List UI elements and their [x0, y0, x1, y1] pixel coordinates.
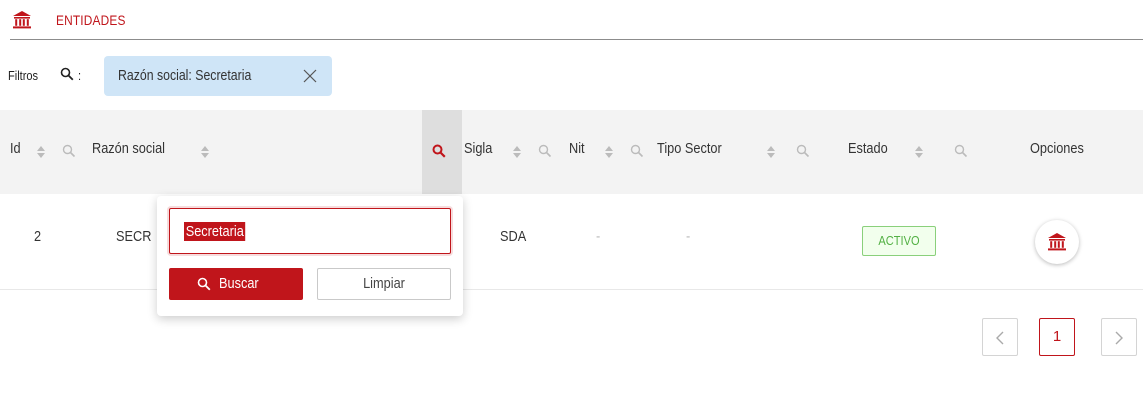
cell-razon-social: SECR — [116, 228, 152, 245]
column-header-tipo-sector[interactable]: Tipo Sector — [657, 140, 722, 157]
pagination-next-button[interactable] — [1101, 318, 1137, 356]
sort-icon[interactable] — [604, 145, 614, 159]
filter-chip-label: Razón social: Secretaria — [118, 67, 252, 84]
sort-icon[interactable] — [512, 145, 522, 159]
pagination-page-1[interactable]: 1 — [1039, 318, 1075, 356]
table-header: Id Razón social Sigla Nit Tipo Sector Es… — [0, 110, 1143, 194]
search-button-label: Buscar — [219, 275, 259, 292]
filters-colon: : — [78, 68, 82, 83]
search-input-value: Secretaria — [184, 222, 246, 241]
page-header: ENTIDADES — [10, 8, 1143, 40]
search-icon[interactable] — [538, 144, 552, 158]
filter-chip: Razón social: Secretaria — [104, 56, 332, 96]
column-header-sigla[interactable]: Sigla — [464, 140, 492, 157]
pagination-prev-button[interactable] — [982, 318, 1018, 356]
status-badge: ACTIVO — [862, 226, 936, 256]
sort-icon[interactable] — [766, 145, 776, 159]
search-icon[interactable] — [954, 144, 968, 158]
pagination-page-label: 1 — [1052, 328, 1062, 345]
cell-id: 2 — [34, 228, 42, 245]
chevron-left-icon — [996, 331, 1004, 345]
bank-icon — [1048, 233, 1066, 251]
chevron-right-icon — [1115, 331, 1123, 345]
search-icon-active[interactable] — [432, 144, 446, 158]
cell-sigla: SDA — [500, 228, 527, 245]
column-header-nit[interactable]: Nit — [569, 140, 585, 157]
close-icon[interactable] — [302, 68, 318, 84]
cell-tipo-sector: - — [686, 228, 691, 245]
clear-button-label: Limpiar — [363, 275, 405, 292]
search-icon[interactable] — [630, 144, 644, 158]
column-header-razon-social[interactable]: Razón social — [92, 140, 165, 157]
bank-icon — [13, 11, 31, 29]
column-header-opciones: Opciones — [1030, 140, 1084, 157]
search-icon — [60, 67, 74, 81]
sort-icon[interactable] — [914, 145, 924, 159]
page-title: ENTIDADES — [56, 12, 126, 28]
search-button[interactable]: Buscar — [169, 268, 303, 300]
clear-button[interactable]: Limpiar — [317, 268, 451, 300]
search-input[interactable]: Secretaria — [169, 208, 451, 254]
search-icon[interactable] — [62, 144, 76, 158]
entity-options-button[interactable] — [1035, 220, 1079, 264]
cell-nit: - — [596, 228, 601, 245]
column-header-id[interactable]: Id — [10, 140, 21, 157]
filters-label: Filtros — [8, 68, 39, 83]
column-search-popover: Secretaria Buscar Limpiar — [157, 196, 463, 316]
column-header-estado[interactable]: Estado — [848, 140, 888, 157]
sort-icon[interactable] — [200, 145, 210, 159]
search-icon[interactable] — [796, 144, 810, 158]
status-badge-label: ACTIVO — [878, 233, 920, 248]
sort-icon[interactable] — [36, 145, 46, 159]
search-icon — [197, 277, 211, 291]
